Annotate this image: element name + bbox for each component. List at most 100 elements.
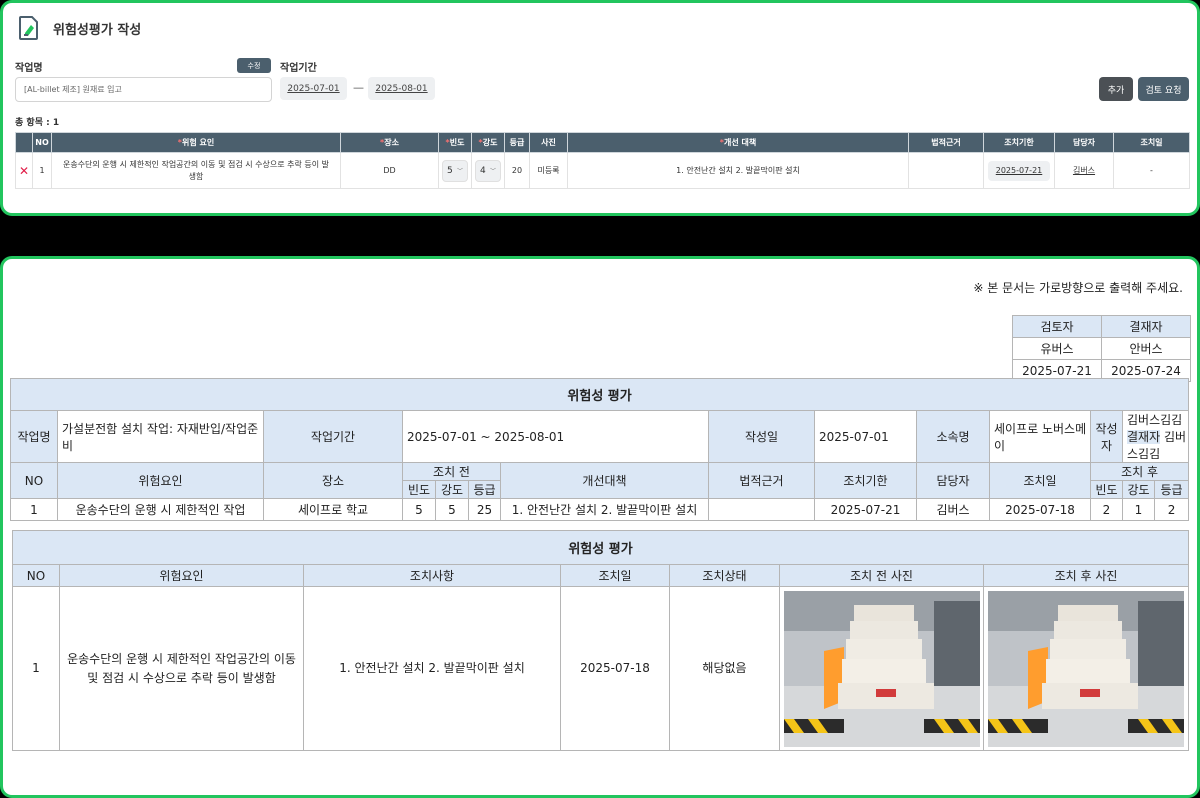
freq-select[interactable]: 5 ﹀ xyxy=(442,159,468,182)
row-after-sev: 1 xyxy=(1122,498,1155,521)
sev-select[interactable]: 4 ﹀ xyxy=(475,159,501,182)
row-photo[interactable]: 미등록 xyxy=(529,152,568,189)
approver-label: 결재자 xyxy=(1127,430,1161,444)
job-label: 작업명 xyxy=(10,410,58,463)
org-value: 세이프로 노버스메이 xyxy=(989,410,1091,463)
col-after-grade: 등급 xyxy=(1153,480,1190,499)
review-request-button[interactable]: 검토 요청 xyxy=(1138,77,1189,101)
table-row: 1 운송수단의 운행 시 제한적인 작업공간의 이동 및 점검 시 수상으로 추… xyxy=(12,586,1190,751)
period-label: 작업기간 xyxy=(280,63,317,74)
row-measure: 1. 안전난간 설치 2. 발끝막이판 설치 xyxy=(500,498,709,521)
row-status: 해당없음 xyxy=(669,586,780,751)
report-title: 위험성 평가 xyxy=(11,530,1190,565)
row-place: 세이프로 학교 xyxy=(263,498,403,521)
row-grade: 20 xyxy=(504,152,530,189)
date-range-separator: — xyxy=(353,81,364,94)
col-photo: 사진 xyxy=(529,132,568,153)
chevron-down-icon: ﹀ xyxy=(456,168,463,175)
col-hazard: 위험요인 xyxy=(59,564,304,587)
row-hazard: 운송수단의 운행 시 제한적인 작업 xyxy=(57,498,264,521)
row-legal xyxy=(708,498,815,521)
edit-button[interactable]: 수정 xyxy=(237,58,271,73)
reviewer-label: 검토자 xyxy=(1012,315,1102,338)
close-icon[interactable]: ✕ xyxy=(19,164,29,178)
col-place: 장소 xyxy=(263,462,403,499)
col-before-photo: 조치 전 사진 xyxy=(779,564,984,587)
col-after-sev: 강도 xyxy=(1122,480,1155,499)
author-label: 작성자 xyxy=(1090,410,1123,463)
col-action-date: 조치일 xyxy=(989,462,1091,499)
deadline-date-picker[interactable]: 2025-07-21 xyxy=(987,160,1051,181)
col-no: NO xyxy=(12,564,60,587)
row-before-sev: 5 xyxy=(435,498,469,521)
report-meta-row: 작업명 가설분전함 설치 작업: 자재반입/작업준비 작업기간 2025-07-… xyxy=(10,410,1190,463)
org-label: 소속명 xyxy=(916,410,990,463)
report-title: 위험성 평가 xyxy=(9,378,1190,411)
approver-name: 안버스 xyxy=(1101,337,1191,360)
delete-row-button[interactable]: ✕ xyxy=(15,152,33,189)
after-photo-cell xyxy=(982,586,1190,751)
period-value: 2025-07-01 ~ 2025-08-01 xyxy=(402,410,709,463)
row-no: 1 xyxy=(32,152,52,189)
total-count: 총 항목 : 1 xyxy=(15,118,60,128)
row-place[interactable]: DD xyxy=(340,152,439,189)
report-photo-table: 위험성 평가 NO 위험요인 조치사항 조치일 조치상태 조치 전 사진 조치 … xyxy=(11,530,1190,751)
col-sev: *강도 xyxy=(471,132,505,153)
row-hazard: 운송수단의 운행 시 제한적인 작업공간의 이동 및 점검 시 수상으로 추락 … xyxy=(59,586,304,751)
row-legal[interactable] xyxy=(908,152,984,189)
col-manager: 담당자 xyxy=(916,462,990,499)
row-no: 1 xyxy=(10,498,58,521)
page-title: 위험성평가 작성 xyxy=(53,22,142,38)
sev-select-cell: 4 ﹀ xyxy=(471,152,505,189)
row-action: 1. 안전난간 설치 2. 발끝막이판 설치 xyxy=(303,586,561,751)
before-photo[interactable] xyxy=(783,590,980,747)
col-deadline: 조치기한 xyxy=(983,132,1055,153)
table-row: ✕ 1 운송수단의 운행 시 제한적인 작업공간의 이동 및 점검 시 수상으로… xyxy=(15,152,1190,189)
approver-label: 결재자 xyxy=(1101,315,1191,338)
col-hazard: *위험 요인 xyxy=(51,132,341,153)
after-photo[interactable] xyxy=(988,590,1185,747)
reviewer-name: 유버스 xyxy=(1012,337,1102,360)
approval-box: 검토자 결재자 유버스 안버스 2025-07-21 2025-07-24 xyxy=(1012,315,1191,382)
col-before-freq: 빈도 xyxy=(402,480,436,499)
col-action-date: 조치일 xyxy=(560,564,670,587)
job-value: 가설분전함 설치 작업: 자재반입/작업준비 xyxy=(57,410,264,463)
col-before-sev: 강도 xyxy=(435,480,469,499)
freq-select-cell: 5 ﹀ xyxy=(438,152,472,189)
document-edit-icon xyxy=(19,16,38,40)
col-measure: *개선 대책 xyxy=(567,132,909,153)
col-status: 조치상태 xyxy=(669,564,780,587)
row-hazard[interactable]: 운송수단의 운행 시 제한적인 작업공간의 이동 및 점검 시 수상으로 추락 … xyxy=(51,152,341,189)
row-action-date: 2025-07-18 xyxy=(560,586,670,751)
col-after-photo: 조치 후 사진 xyxy=(982,564,1190,587)
col-hazard: 위험요인 xyxy=(57,462,264,499)
col-before-grade: 등급 xyxy=(468,480,501,499)
date-to-field[interactable]: 2025-08-01 xyxy=(368,77,435,100)
col-action: 조치사항 xyxy=(303,564,561,587)
table-header-row: NO *위험 요인 *장소 *빈도 *강도 등급 사진 *개선 대책 법적근거 … xyxy=(15,132,1190,153)
date-from-field[interactable]: 2025-07-01 xyxy=(280,77,347,100)
report-header-row: NO 위험요인 장소 조치 전 개선대책 법적근거 조치기한 담당자 조치일 조… xyxy=(10,462,1190,499)
col-after-freq: 빈도 xyxy=(1090,480,1123,499)
col-action-date: 조치일 xyxy=(1113,132,1190,153)
author-value: 김버스김김 결재자 김버스김김 xyxy=(1121,410,1190,463)
factory-cart-photo xyxy=(988,590,1185,747)
col-place: *장소 xyxy=(340,132,439,153)
row-before-freq: 5 xyxy=(402,498,436,521)
manager-link[interactable]: 김버스 xyxy=(1073,166,1095,175)
factory-cart-photo xyxy=(783,590,980,747)
report-summary-table: 위험성 평가 작업명 가설분전함 설치 작업: 자재반입/작업준비 작업기간 2… xyxy=(9,378,1190,521)
created-value: 2025-07-01 xyxy=(814,410,917,463)
deadline-cell: 2025-07-21 xyxy=(983,152,1055,189)
col-after: 조치 후 xyxy=(1089,462,1190,481)
row-manager: 김버스 xyxy=(916,498,990,521)
table-row: 1 운송수단의 운행 시 제한적인 작업 세이프로 학교 5 5 25 1. 안… xyxy=(10,498,1190,521)
job-name-input[interactable]: [AL-billet 제조] 원재료 입고 xyxy=(15,77,272,102)
manager-cell: 김버스 xyxy=(1054,152,1114,189)
col-before: 조치 전 xyxy=(402,462,501,481)
risk-assessment-form-panel: 위험성평가 작성 작업명 수정 작업기간 [AL-billet 제조] 원재료 … xyxy=(0,0,1200,216)
row-measure[interactable]: 1. 안전난간 설치 2. 발끝막이판 설치 xyxy=(567,152,909,189)
print-orientation-notice: ※ 본 문서는 가로방향으로 출력해 주세요. xyxy=(973,281,1183,295)
col-no: NO xyxy=(10,462,58,499)
add-button[interactable]: 추가 xyxy=(1099,77,1133,101)
